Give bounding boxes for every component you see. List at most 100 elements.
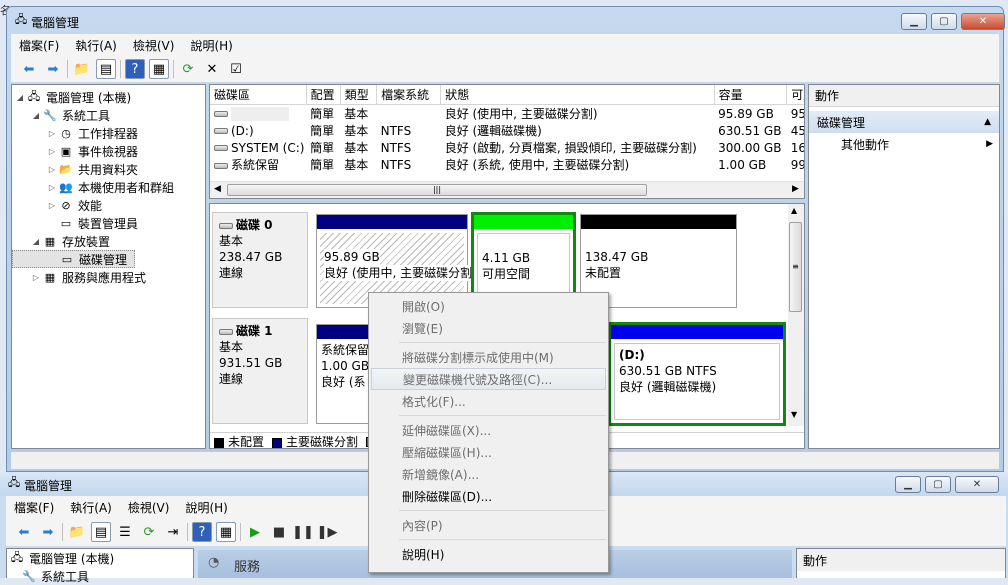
collapsed-triangle-icon[interactable]: ▷ xyxy=(46,147,58,156)
list-icon[interactable]: ☰ xyxy=(115,522,135,542)
refresh-icon[interactable]: ⟳ xyxy=(178,59,198,79)
disk-1-partition-1[interactable]: 系統保留 1.00 GB 良好 (系 xyxy=(316,324,376,424)
bg-minimize-button[interactable]: ▁ xyxy=(895,476,921,493)
tree-item[interactable]: ▷ ◷ 工作排程器 xyxy=(12,124,205,142)
back-arrow-icon[interactable]: ⬅ xyxy=(14,522,34,542)
col-header-status[interactable]: 狀態 xyxy=(440,85,715,105)
tree-item[interactable]: ▷ ▦ 服務與應用程式 xyxy=(12,268,205,286)
col-header-layout[interactable]: 配置 xyxy=(306,85,341,105)
disk-0-header[interactable]: 磁碟 0 基本 238.47 GB 連線 xyxy=(212,212,308,308)
bg-tree-system-tools[interactable]: 🔧 系統工具 xyxy=(7,567,193,585)
export-icon[interactable]: ⇥ xyxy=(163,522,183,542)
up-folder-icon[interactable]: 📁 xyxy=(67,522,87,542)
disk-1-status: 連線 xyxy=(219,372,244,386)
scroll-left-icon[interactable]: ◀ xyxy=(214,184,221,194)
tree-item[interactable]: ◢ ▦ 存放裝置 xyxy=(12,232,205,250)
col-header-volume[interactable]: 磁碟區 xyxy=(210,85,307,105)
volume-name: SYSTEM (C:) xyxy=(231,140,305,155)
bg-maximize-button[interactable]: ▢ xyxy=(925,476,951,493)
menu-view[interactable]: 檢視(V) xyxy=(125,37,183,54)
tree-item[interactable]: ▷ ⊘ 效能 xyxy=(12,196,205,214)
context-menu-item[interactable]: 延伸磁碟區(X)... xyxy=(369,419,608,441)
disk-1-partition-2[interactable]: (D:) 630.51 GB NTFS 良好 (邏輯磁碟機) xyxy=(608,322,786,426)
collapsed-triangle-icon[interactable]: ▷ xyxy=(30,273,42,282)
refresh-icon[interactable]: ⟳ xyxy=(139,522,159,542)
table-row[interactable]: 系統保留 簡單 基本 NTFS 良好 (系統, 使用中, 主要磁碟分割) 1.00 GB 9… xyxy=(210,156,804,173)
tree-item[interactable]: ▷ 👥 本機使用者和群組 xyxy=(12,178,205,196)
bg-menu-file[interactable]: 檔案(F) xyxy=(6,499,62,516)
context-menu-item[interactable]: 開啟(O) xyxy=(369,295,608,317)
minimize-button[interactable]: ▁ xyxy=(901,13,927,30)
vertical-scrollbar[interactable]: ▲ ≡ ▼ xyxy=(788,204,804,426)
maximize-button[interactable]: ▢ xyxy=(931,13,957,30)
help-icon[interactable]: ? xyxy=(125,59,145,79)
horizontal-scrollbar[interactable]: ◀ ||| ▶ xyxy=(210,181,804,198)
forward-arrow-icon[interactable]: ➡ xyxy=(43,59,63,79)
context-menu-item[interactable]: 刪除磁碟區(D)... xyxy=(369,485,608,507)
bg-menu-view[interactable]: 檢視(V) xyxy=(120,499,178,516)
context-menu-item[interactable]: 變更磁碟機代號及路徑(C)... xyxy=(371,368,606,390)
context-menu-item[interactable]: 將磁碟分割標示成使用中(M) xyxy=(369,346,608,368)
table-row[interactable]: 簡單基本 良好 (使用中, 主要磁碟分割) 95.89 GB 95.89 ( xyxy=(210,105,804,123)
properties-icon[interactable]: ▦ xyxy=(149,59,169,79)
scroll-up-icon[interactable]: ▲ xyxy=(791,206,797,215)
bg-tree-root[interactable]: 🖧 電腦管理 (本機) xyxy=(7,549,193,567)
actions-section-disk-management[interactable]: 磁碟管理 ▲ xyxy=(809,111,999,133)
stop-icon[interactable]: ■ xyxy=(269,522,289,542)
tree-item[interactable]: ◢ 🔧 系統工具 xyxy=(12,106,205,124)
scrollbar-thumb[interactable]: ≡ xyxy=(789,222,802,312)
tree-item[interactable]: ▭ 磁碟管理 xyxy=(12,250,135,268)
tree-item[interactable]: ◢ 🖧 電腦管理 (本機) xyxy=(12,88,205,106)
bg-menu-help[interactable]: 說明(H) xyxy=(177,499,235,516)
collapsed-triangle-icon[interactable]: ▷ xyxy=(46,165,58,174)
play-icon[interactable]: ▶ xyxy=(245,522,265,542)
expanded-triangle-icon[interactable]: ◢ xyxy=(30,237,42,246)
menu-help[interactable]: 說明(H) xyxy=(182,37,240,54)
show-tree-icon[interactable]: ▤ xyxy=(96,59,116,79)
disk-1-header[interactable]: 磁碟 1 基本 931.51 GB 連線 xyxy=(212,318,308,424)
expanded-triangle-icon[interactable]: ◢ xyxy=(14,93,26,102)
tree-item[interactable]: ▷ ▣ 事件檢視器 xyxy=(12,142,205,160)
context-menu-item[interactable]: 格式化(F)... xyxy=(369,390,608,412)
scroll-right-icon[interactable]: ▶ xyxy=(792,184,799,194)
menu-action[interactable]: 執行(A) xyxy=(67,37,125,54)
context-menu-item[interactable]: 壓縮磁碟區(H)... xyxy=(369,441,608,463)
properties-icon[interactable]: ▦ xyxy=(216,522,236,542)
table-cell: NTFS xyxy=(380,140,412,155)
up-folder-icon[interactable]: 📁 xyxy=(72,59,92,79)
col-header-type[interactable]: 類型 xyxy=(340,85,378,105)
table-row[interactable]: SYSTEM (C:) 簡單 基本 NTFS 良好 (啟動, 分頁檔案, 損毀傾印, 主… xyxy=(210,139,804,156)
col-header-free[interactable]: 可用空 xyxy=(786,85,804,105)
pause-icon[interactable]: ❚❚ xyxy=(292,522,314,542)
collapse-icon[interactable]: ▲ xyxy=(984,117,991,127)
table-row[interactable]: (D:) 簡單基本 NTFS 良好 (邏輯磁碟機) 630.51 GB 452.55 xyxy=(210,122,804,139)
col-header-capacity[interactable]: 容量 xyxy=(714,85,788,105)
bg-menu-action[interactable]: 執行(A) xyxy=(62,499,120,516)
table-cell: 基本 xyxy=(344,124,369,138)
more-actions-item[interactable]: 其他動作 ▶ xyxy=(809,133,999,155)
close-button[interactable]: ✕ xyxy=(961,13,1005,30)
performance-icon: ⊘ xyxy=(61,198,71,212)
scroll-down-icon[interactable]: ▼ xyxy=(791,410,797,419)
show-tree-icon[interactable]: ▤ xyxy=(91,522,111,542)
back-arrow-icon[interactable]: ⬅ xyxy=(19,59,39,79)
col-header-filesystem[interactable]: 檔案系統 xyxy=(376,85,442,105)
context-menu-item[interactable]: 內容(P) xyxy=(369,514,608,536)
bg-close-button[interactable]: ✕ xyxy=(955,476,999,493)
forward-arrow-icon[interactable]: ➡ xyxy=(38,522,58,542)
restart-icon[interactable]: ❚▶ xyxy=(317,522,338,542)
tree-item[interactable]: ▭ 裝置管理員 xyxy=(12,214,205,232)
check-icon[interactable]: ☑ xyxy=(226,59,246,79)
expanded-triangle-icon[interactable]: ◢ xyxy=(30,111,42,120)
menu-file[interactable]: 檔案(F) xyxy=(11,37,67,54)
context-menu-item[interactable]: 新增鏡像(A)... xyxy=(369,463,608,485)
collapsed-triangle-icon[interactable]: ▷ xyxy=(46,183,58,192)
collapsed-triangle-icon[interactable]: ▷ xyxy=(46,129,58,138)
context-menu-item[interactable]: 說明(H) xyxy=(369,543,608,565)
scrollbar-thumb[interactable]: ||| xyxy=(227,184,647,196)
collapsed-triangle-icon[interactable]: ▷ xyxy=(46,201,58,210)
help-icon[interactable]: ? xyxy=(192,522,212,542)
tree-item[interactable]: ▷ 📂 共用資料夾 xyxy=(12,160,205,178)
delete-icon[interactable]: ✕ xyxy=(202,59,222,79)
context-menu-item[interactable]: 瀏覽(E) xyxy=(369,317,608,339)
